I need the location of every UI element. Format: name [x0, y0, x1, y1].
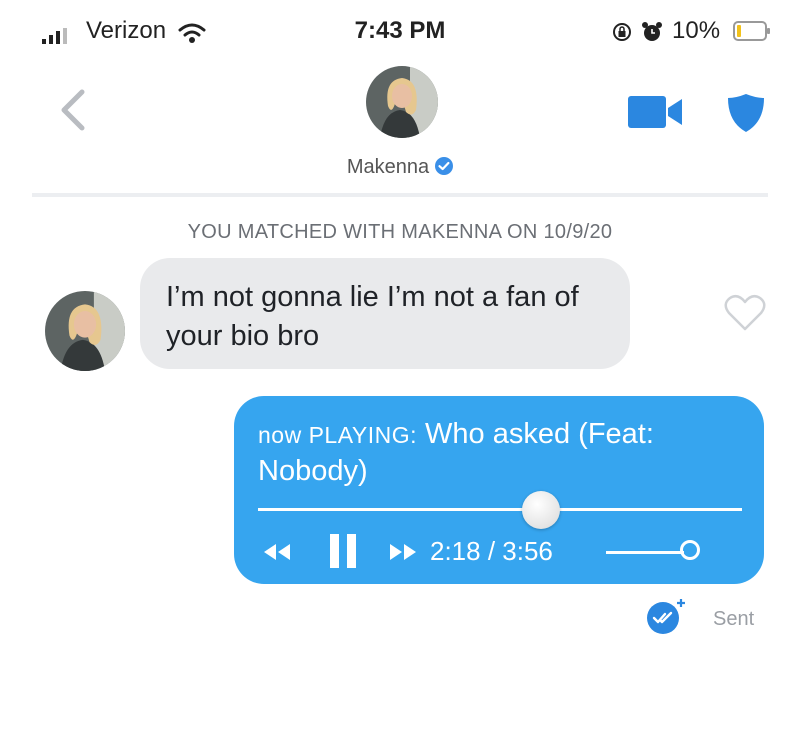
read-receipt-check-icon [647, 599, 685, 634]
shield-icon[interactable] [726, 92, 766, 134]
match-name-row[interactable]: Makenna [0, 156, 800, 179]
fast-forward-icon[interactable] [386, 544, 422, 560]
video-call-icon[interactable] [628, 96, 684, 128]
avatar[interactable] [45, 291, 125, 371]
matched-banner: YOU MATCHED WITH MAKENNA ON 10/9/20 [187, 221, 613, 243]
verified-badge-icon [435, 157, 454, 175]
avatar[interactable] [366, 66, 438, 138]
back-chevron-icon[interactable] [58, 88, 88, 132]
rewind-icon[interactable] [258, 544, 294, 560]
seek-knob[interactable] [522, 491, 561, 529]
pause-icon[interactable] [328, 534, 358, 568]
battery-percent: 10% [672, 17, 721, 44]
now-playing-prefix: now PLAYING: [258, 422, 417, 448]
seek-bar[interactable] [258, 508, 742, 511]
alarm-icon [642, 22, 662, 41]
sent-status: Sent [713, 608, 755, 630]
rotation-lock-icon [613, 23, 631, 41]
heart-outline-icon[interactable] [724, 294, 766, 332]
now-playing-text: now PLAYING: Who asked (Feat: Nobody) [258, 416, 748, 489]
battery-icon [733, 21, 770, 41]
playback-time: 2:18 / 3:56 [430, 536, 553, 566]
volume-bar[interactable] [606, 551, 684, 554]
incoming-message-text: I’m not gonna lie I’m not a fan of your … [166, 281, 579, 352]
incoming-message-bubble: I’m not gonna lie I’m not a fan of your … [140, 258, 630, 369]
status-bar: Verizon 7:43 PM 10% [0, 0, 800, 62]
outgoing-message-bubble: now PLAYING: Who asked (Feat: Nobody) 2:… [234, 396, 764, 584]
volume-knob[interactable] [680, 540, 700, 560]
match-name: Makenna [346, 156, 430, 178]
header-divider [32, 193, 768, 197]
